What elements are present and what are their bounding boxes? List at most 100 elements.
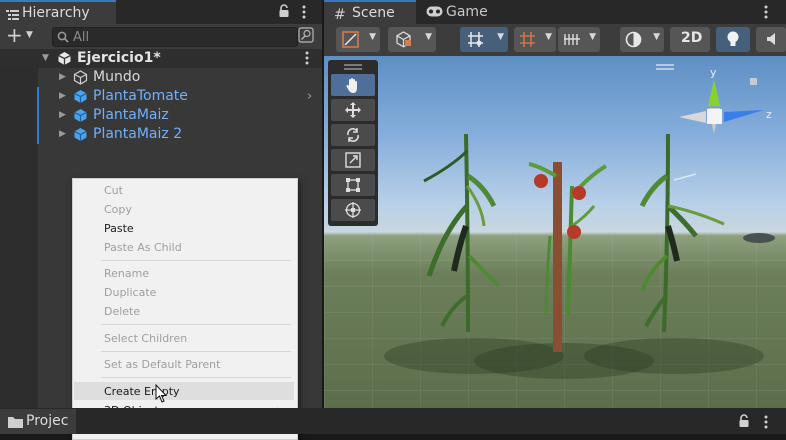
expand-arrow-icon[interactable]: ▶: [59, 68, 66, 87]
create-dropdown-button[interactable]: + ▼: [6, 25, 36, 45]
search-options-icon[interactable]: [298, 27, 314, 47]
item-label: PlantaTomate: [93, 88, 188, 104]
list-item[interactable]: ▶ PlantaMaiz: [0, 106, 322, 125]
orientation-gizmo[interactable]: y z: [676, 66, 776, 156]
lock-icon[interactable]: [738, 414, 750, 432]
expand-arrow-icon[interactable]: ▶: [59, 87, 66, 106]
menu-item-paste-as-child[interactable]: Paste As Child: [104, 241, 182, 254]
grid-visibility-icon: [563, 32, 581, 51]
overlay-drag-handle-icon[interactable]: [656, 64, 674, 70]
rect-transform-icon: [346, 178, 360, 192]
move-arrows-icon: [345, 102, 361, 118]
tab-scene[interactable]: # Scene: [324, 0, 416, 24]
axis-gizmo-icon: [679, 78, 764, 134]
search-icon: [57, 31, 69, 47]
grid-snapping-toggle[interactable]: ▼: [460, 27, 508, 52]
search-box[interactable]: [52, 27, 298, 47]
menu-item-create-empty[interactable]: Create Empty: [104, 385, 180, 398]
move-tool-button[interactable]: [331, 99, 375, 121]
list-icon: [6, 9, 19, 24]
draw-mode-dropdown[interactable]: ▼: [336, 27, 380, 52]
menu-separator: [101, 377, 291, 378]
menu-item-copy[interactable]: Copy: [104, 203, 132, 216]
tab-project-label: Projec: [26, 413, 69, 429]
chevron-down-icon: ▼: [653, 32, 660, 42]
cube-outline-icon: [395, 31, 412, 52]
hand-tool-button[interactable]: [331, 74, 375, 96]
prefab-icon: [73, 127, 88, 148]
lightbulb-icon: [726, 31, 740, 52]
grid-visibility-dropdown[interactable]: ▼: [558, 27, 600, 52]
sphere-icon: [625, 31, 642, 52]
grid-hash-icon: #: [334, 7, 346, 23]
scale-tool-button[interactable]: [331, 149, 375, 171]
chevron-right-icon[interactable]: ›: [307, 87, 312, 106]
menu-item-cut[interactable]: Cut: [104, 184, 123, 197]
menu-item-paste[interactable]: Paste: [104, 222, 134, 235]
render-mode-dropdown[interactable]: ▼: [620, 27, 664, 52]
scene-toolbar: ▼ ▼ ▼ ▼ ▼ ▼ 2D: [324, 24, 786, 57]
increment-snap-toggle[interactable]: ▼: [514, 27, 556, 52]
lighting-toggle[interactable]: [716, 27, 750, 52]
context-menu: Cut Copy Paste Paste As Child Rename Dup…: [72, 178, 298, 440]
transform-tool-button[interactable]: [331, 199, 375, 221]
kebab-menu-icon[interactable]: [764, 5, 768, 23]
item-label: Mundo: [93, 69, 141, 85]
scene-name: Ejercicio1*: [77, 50, 161, 66]
lock-icon[interactable]: [278, 4, 290, 22]
kebab-menu-icon[interactable]: [302, 5, 306, 23]
tab-project[interactable]: Projec: [0, 409, 76, 434]
gamepad-icon: [426, 6, 443, 21]
audio-toggle[interactable]: [756, 27, 786, 52]
transform-icon: [345, 202, 361, 218]
hand-icon: [346, 78, 357, 93]
scene-root-row[interactable]: ▼ Ejercicio1*: [0, 49, 322, 68]
item-label: PlantaMaiz 2: [93, 126, 183, 142]
expand-arrow-icon[interactable]: ▼: [42, 49, 49, 68]
menu-separator: [101, 324, 291, 325]
grid-snap-icon: [467, 31, 484, 52]
tools-overlay: [328, 60, 378, 226]
expand-arrow-icon[interactable]: ▶: [59, 125, 66, 144]
menu-separator: [101, 351, 291, 352]
view-2d-toggle[interactable]: 2D: [670, 27, 710, 52]
overlay-drag-handle-icon[interactable]: [344, 64, 362, 70]
menu-item-duplicate[interactable]: Duplicate: [104, 286, 156, 299]
snap-increment-icon: [519, 31, 536, 52]
rotate-tool-button[interactable]: [331, 124, 375, 146]
rect-tool-button[interactable]: [331, 174, 375, 196]
chevron-down-icon: ▼: [589, 32, 596, 42]
tab-game[interactable]: Game: [420, 0, 500, 24]
chevron-down-icon: ▼: [369, 32, 376, 42]
bottom-tabbar: [0, 408, 786, 434]
gizmo-z-label: z: [766, 108, 772, 121]
view-2d-label: 2D: [681, 30, 703, 46]
tab-scene-label: Scene: [352, 5, 395, 21]
chevron-down-icon: ▼: [26, 30, 33, 40]
item-label: PlantaMaiz: [93, 107, 169, 123]
folder-icon: [8, 416, 23, 432]
list-item[interactable]: ▶ PlantaMaiz 2: [0, 125, 322, 144]
list-item[interactable]: ▶ Mundo: [0, 68, 322, 87]
speaker-icon: [766, 32, 778, 50]
mouse-cursor-icon: [155, 384, 167, 403]
menu-item-rename[interactable]: Rename: [104, 267, 149, 280]
expand-arrow-icon[interactable]: ▶: [59, 106, 66, 125]
draw-mode-icon: [342, 31, 359, 52]
chevron-down-icon: ▼: [425, 32, 432, 42]
chevron-down-icon: ▼: [497, 32, 504, 42]
tab-hierarchy-label: Hierarchy: [22, 5, 90, 21]
kebab-menu-icon[interactable]: [764, 415, 768, 433]
menu-item-select-children[interactable]: Select Children: [104, 332, 187, 345]
list-item[interactable]: ▶ PlantaTomate ›: [0, 87, 322, 106]
menu-separator: [101, 260, 291, 261]
menu-item-delete[interactable]: Delete: [104, 305, 140, 318]
tab-game-label: Game: [446, 4, 488, 20]
hierarchy-toolbar: + ▼: [0, 24, 322, 50]
menu-item-set-default-parent[interactable]: Set as Default Parent: [104, 358, 220, 371]
gizmo-y-label: y: [710, 66, 717, 79]
chevron-down-icon: ▼: [545, 32, 552, 42]
shading-mode-dropdown[interactable]: ▼: [388, 27, 436, 52]
tab-hierarchy[interactable]: Hierarchy: [0, 0, 116, 24]
search-input[interactable]: [73, 28, 273, 46]
